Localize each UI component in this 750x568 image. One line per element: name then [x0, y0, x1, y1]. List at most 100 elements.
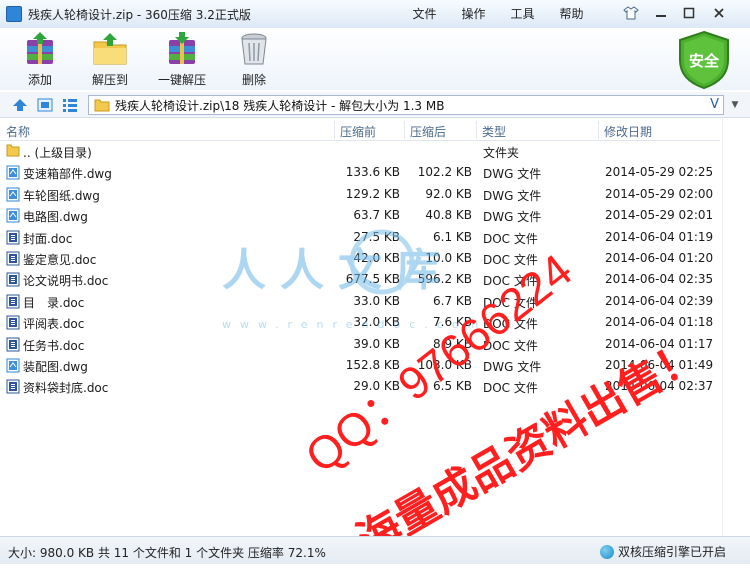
file-type: DOC 文件	[483, 231, 538, 246]
file-type: DWG 文件	[483, 360, 542, 374]
trash-bin-icon	[236, 32, 272, 66]
file-size-before: 27.5 KB	[353, 229, 400, 244]
skin-icon[interactable]	[620, 4, 642, 22]
file-size-after: 40.8 KB	[425, 208, 472, 223]
add-label: 添加	[27, 73, 52, 87]
file-row[interactable]: 装配图.dwg 152.8 KB 103.0 KB DWG 文件 2014-06-04 …	[0, 355, 720, 376]
file-modified: 2014-06-04 01:49	[605, 358, 714, 372]
up-arrow-icon[interactable]	[12, 97, 28, 113]
scrollbar-area[interactable]	[722, 119, 750, 536]
menu-file[interactable]: 文件	[400, 5, 449, 22]
file-row[interactable]: 封面.doc 27.5 KB 6.1 KB DOC 文件 2014-06-04 01:1…	[0, 227, 720, 248]
window-title: 残疾人轮椅设计.zip - 360压缩 3.2正式版	[28, 7, 251, 22]
file-row[interactable]: 评阅表.doc 32.0 KB 7.6 KB DOC 文件 2014-06-04 01:…	[0, 312, 720, 333]
address-dropdown-icon[interactable]: V	[710, 97, 719, 112]
doc-file-icon	[6, 272, 20, 287]
file-name: .. (上级目录)	[23, 146, 92, 160]
extract-to-button[interactable]: 解压到	[78, 32, 142, 88]
oneclick-extract-button[interactable]: 一键解压	[150, 32, 214, 88]
file-size-before: 152.8 KB	[345, 358, 400, 372]
file-type: DWG 文件	[483, 188, 542, 203]
file-size-before: 39.0 KB	[353, 336, 400, 351]
dwg-file-icon	[6, 358, 20, 373]
view-large-icon[interactable]	[37, 97, 53, 113]
file-row[interactable]: .. (上级目录) 文件夹	[0, 141, 720, 162]
file-size-after: 103.0 KB	[417, 358, 472, 372]
doc-file-icon	[6, 379, 20, 394]
file-name: 鉴定意见.doc	[23, 253, 97, 267]
file-row[interactable]: 电路图.dwg 63.7 KB 40.8 KB DWG 文件 2014-05-29 02…	[0, 205, 720, 226]
add-button[interactable]: 添加	[8, 32, 72, 88]
file-row[interactable]: 目 录.doc 33.0 KB 6.7 KB DOC 文件 2014-06-04 02:…	[0, 291, 720, 312]
folder-icon	[6, 144, 20, 159]
file-size-after: 92.0 KB	[425, 186, 472, 201]
file-row[interactable]: 任务书.doc 39.0 KB 8.9 KB DOC 文件 2014-06-04 01:…	[0, 334, 720, 355]
file-size-after: 7.6 KB	[433, 315, 472, 330]
file-type: DWG 文件	[483, 210, 542, 225]
maximize-icon[interactable]	[678, 4, 700, 22]
file-type: DOC 文件	[483, 253, 538, 267]
file-type: 文件夹	[483, 146, 520, 160]
doc-file-icon	[6, 230, 20, 245]
col-before[interactable]: 压缩前	[340, 123, 376, 140]
list-header: 名称 压缩前 压缩后 类型 修改日期	[0, 119, 720, 141]
col-modified[interactable]: 修改日期	[604, 123, 652, 140]
col-type[interactable]: 类型	[482, 123, 506, 140]
status-summary: 大小: 980.0 KB 共 11 个文件和 1 个文件夹 压缩率 72.1%	[8, 546, 326, 560]
extract-to-label: 解压到	[91, 73, 128, 87]
file-size-before: 63.7 KB	[353, 208, 400, 223]
doc-file-icon	[6, 315, 20, 330]
file-modified: 2014-06-04 01:20	[605, 251, 714, 265]
menu-help[interactable]: 帮助	[547, 5, 596, 22]
col-divider[interactable]	[598, 121, 599, 139]
file-modified: 2014-06-04 01:17	[605, 336, 714, 351]
address-field[interactable]: 残疾人轮椅设计.zip\18 残疾人轮椅设计 - 解包大小为 1.3 MB V	[88, 95, 724, 115]
file-size-before: 133.6 KB	[345, 165, 400, 180]
file-size-before: 42.0 KB	[353, 251, 400, 265]
file-list: 名称 压缩前 压缩后 类型 修改日期 .. (上级目录) 文件夹变速箱部件.dwg…	[0, 119, 750, 536]
file-modified: 2014-05-29 02:25	[605, 165, 714, 180]
col-after[interactable]: 压缩后	[410, 123, 446, 140]
address-bar: 残疾人轮椅设计.zip\18 残疾人轮椅设计 - 解包大小为 1.3 MB V	[0, 92, 750, 118]
file-row[interactable]: 车轮图纸.dwg 129.2 KB 92.0 KB DWG 文件 2014-05-29 …	[0, 184, 720, 205]
file-type: DWG 文件	[483, 167, 542, 182]
minimize-icon[interactable]	[650, 4, 672, 22]
file-row[interactable]: 资料袋封底.doc 29.0 KB 6.5 KB DOC 文件 2014-06-04 0…	[0, 376, 720, 397]
file-size-before: 29.0 KB	[353, 379, 400, 394]
chevron-down-icon[interactable]: ▼	[728, 97, 742, 113]
file-size-after: 6.5 KB	[433, 379, 472, 394]
menu-tools[interactable]: 工具	[498, 5, 547, 22]
security-shield-badge[interactable]: 安全	[676, 30, 732, 90]
file-name: 任务书.doc	[23, 338, 85, 353]
file-size-before: 677.5 KB	[345, 272, 400, 287]
view-list-icon[interactable]	[62, 97, 78, 113]
file-type: DOC 文件	[483, 338, 538, 353]
delete-button[interactable]: 删除	[222, 32, 286, 88]
toolbar: 添加 解压到 一键解压 删除	[0, 28, 750, 90]
file-size-before: 32.0 KB	[353, 315, 400, 330]
engine-status: 双核压缩引擎已开启	[600, 543, 726, 560]
file-modified: 2014-06-04 01:19	[605, 229, 714, 244]
add-archive-icon	[22, 32, 58, 66]
col-name[interactable]: 名称	[6, 123, 30, 140]
file-modified: 2014-06-04 02:39	[605, 293, 714, 308]
col-divider[interactable]	[476, 121, 477, 139]
file-size-after: 8.9 KB	[433, 336, 472, 351]
file-row[interactable]: 变速箱部件.dwg 133.6 KB 102.2 KB DWG 文件 2014-05-2…	[0, 162, 720, 183]
file-name: 资料袋封底.doc	[23, 381, 109, 396]
file-size-after: 10.0 KB	[425, 251, 472, 265]
col-divider[interactable]	[404, 121, 405, 139]
file-modified: 2014-05-29 02:00	[605, 186, 714, 201]
file-size-after: 596.2 KB	[417, 272, 472, 287]
file-name: 变速箱部件.dwg	[23, 167, 112, 182]
extract-folder-icon	[92, 32, 128, 66]
menu-operate[interactable]: 操作	[449, 5, 498, 22]
file-row[interactable]: 论文说明书.doc 677.5 KB 596.2 KB DOC 文件 2014-06-0…	[0, 269, 720, 290]
file-modified: 2014-06-04 01:18	[605, 315, 714, 330]
dual-core-engine-icon	[600, 544, 614, 559]
doc-file-icon	[6, 294, 20, 309]
file-row[interactable]: 鉴定意见.doc 42.0 KB 10.0 KB DOC 文件 2014-06-04 0…	[0, 248, 720, 269]
file-modified: 2014-05-29 02:01	[605, 208, 714, 223]
close-icon[interactable]	[708, 4, 730, 22]
col-divider[interactable]	[334, 121, 335, 139]
